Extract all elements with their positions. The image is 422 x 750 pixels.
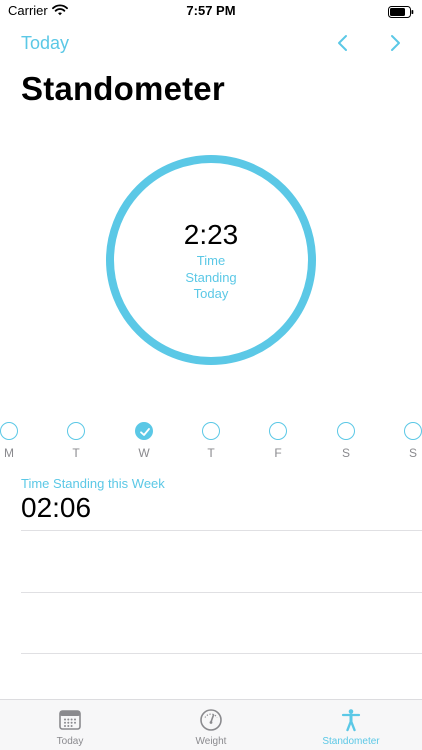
checkmark-icon: [140, 428, 150, 436]
tab-standometer[interactable]: Standometer: [281, 700, 421, 750]
day-letter: S: [408, 446, 417, 460]
tab-label: Standometer: [322, 736, 380, 747]
tab-bar: Today Weight Standometer: [0, 699, 422, 750]
chevron-right-icon[interactable]: [388, 34, 402, 57]
day-letter: T: [72, 446, 80, 460]
day-indicator: [269, 422, 287, 440]
status-bar: Carrier 7:57 PM: [0, 0, 422, 24]
ring-time-value: 2:23: [183, 219, 239, 250]
day-letter: T: [207, 446, 215, 460]
person-standing-icon: [339, 708, 363, 732]
ring-label-line: Today: [193, 286, 229, 301]
divider: [21, 653, 422, 654]
day-letter: S: [341, 446, 350, 460]
day-indicator: [135, 422, 153, 440]
tab-label: Weight: [195, 736, 227, 747]
week-summary-label: Time Standing this Week: [21, 476, 165, 491]
page-title: Standometer: [21, 70, 225, 107]
day-indicator: [67, 422, 85, 440]
tab-today[interactable]: Today: [0, 700, 140, 750]
day-indicator: [0, 422, 18, 440]
day-letter: F: [274, 446, 282, 460]
calendar-icon: [58, 708, 82, 732]
day-indicator: [404, 422, 422, 440]
ring-label-line: Standing: [185, 269, 237, 285]
battery-icon: [388, 5, 414, 18]
tab-label: Today: [56, 736, 84, 747]
tab-weight[interactable]: Weight: [141, 700, 281, 750]
day-letter: W: [138, 446, 150, 460]
scale-icon: [199, 708, 223, 732]
clock-time: 7:57 PM: [186, 3, 236, 18]
day-letter: M: [4, 446, 14, 460]
ring-label-line: Time: [196, 253, 226, 268]
ring-label: Time Standing Today: [106, 253, 316, 303]
week-summary-value: 02:06: [21, 492, 92, 523]
divider: [21, 530, 422, 531]
chevron-left-icon[interactable]: [336, 34, 350, 57]
day-indicator: [202, 422, 220, 440]
divider: [21, 592, 422, 593]
day-indicator: [337, 422, 355, 440]
today-back-link[interactable]: Today: [21, 33, 69, 54]
